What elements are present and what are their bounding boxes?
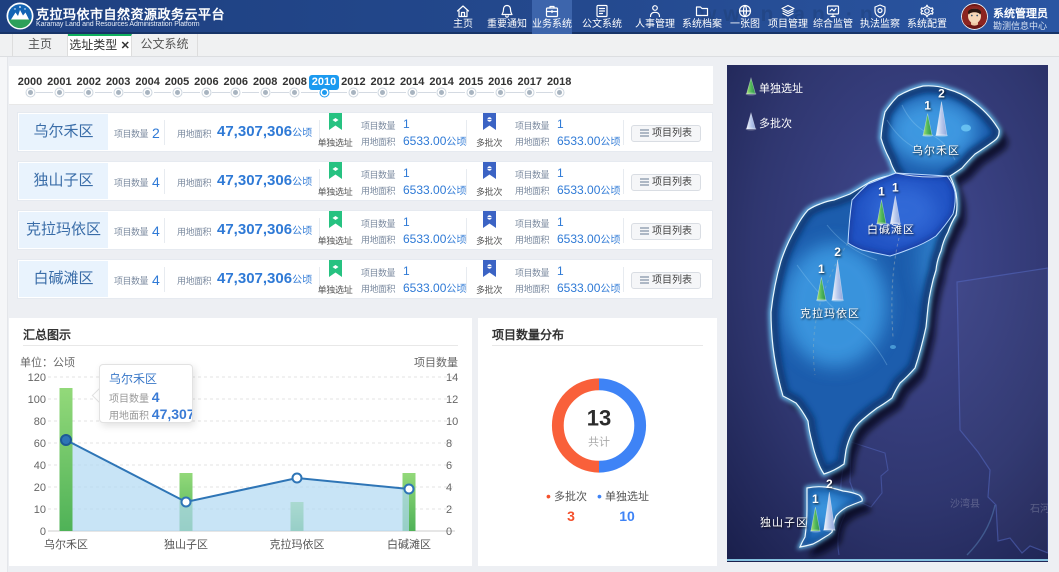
svg-text:14: 14 bbox=[446, 372, 458, 384]
svg-text:1: 1 bbox=[812, 492, 819, 506]
svg-text:1: 1 bbox=[892, 181, 899, 195]
svg-text:2: 2 bbox=[446, 504, 452, 516]
svg-text:4: 4 bbox=[446, 482, 452, 494]
svg-text:40: 40 bbox=[34, 460, 46, 472]
svg-text:乌尔禾区: 乌尔禾区 bbox=[912, 143, 960, 157]
svg-text:单独选址: 单独选址 bbox=[759, 81, 803, 95]
svg-text:2: 2 bbox=[826, 477, 833, 491]
svg-text:1: 1 bbox=[818, 262, 825, 276]
svg-text:60: 60 bbox=[34, 438, 46, 450]
svg-text:13: 13 bbox=[587, 406, 611, 431]
svg-text:80: 80 bbox=[34, 416, 46, 428]
svg-text:120: 120 bbox=[28, 372, 46, 384]
svg-text:克拉玛依区: 克拉玛依区 bbox=[800, 306, 860, 320]
svg-text:0: 0 bbox=[446, 526, 452, 538]
svg-text:8: 8 bbox=[446, 438, 452, 450]
svg-text:10: 10 bbox=[34, 504, 46, 516]
svg-text:独山子区: 独山子区 bbox=[164, 538, 208, 551]
svg-text:20: 20 bbox=[34, 482, 46, 494]
svg-text:乌尔禾区: 乌尔禾区 bbox=[44, 537, 88, 551]
svg-text:1: 1 bbox=[878, 185, 885, 199]
svg-text:100: 100 bbox=[28, 394, 46, 406]
svg-text:石河子: 石河子 bbox=[1030, 503, 1048, 515]
svg-text:10: 10 bbox=[446, 416, 458, 428]
svg-text:12: 12 bbox=[446, 394, 458, 406]
svg-text:共计: 共计 bbox=[588, 436, 610, 449]
svg-text:白碱滩区: 白碱滩区 bbox=[387, 537, 431, 551]
svg-text:2: 2 bbox=[834, 245, 841, 259]
svg-text:白碱滩区: 白碱滩区 bbox=[867, 222, 915, 236]
svg-text:6: 6 bbox=[446, 460, 452, 472]
svg-text:沙湾县: 沙湾县 bbox=[950, 497, 980, 510]
svg-text:多批次: 多批次 bbox=[759, 116, 792, 130]
svg-text:0: 0 bbox=[40, 526, 46, 538]
svg-text:1: 1 bbox=[924, 99, 931, 113]
svg-text:独山子区: 独山子区 bbox=[760, 516, 808, 529]
svg-text:克拉玛依区: 克拉玛依区 bbox=[270, 537, 325, 551]
svg-text:2: 2 bbox=[938, 87, 945, 101]
